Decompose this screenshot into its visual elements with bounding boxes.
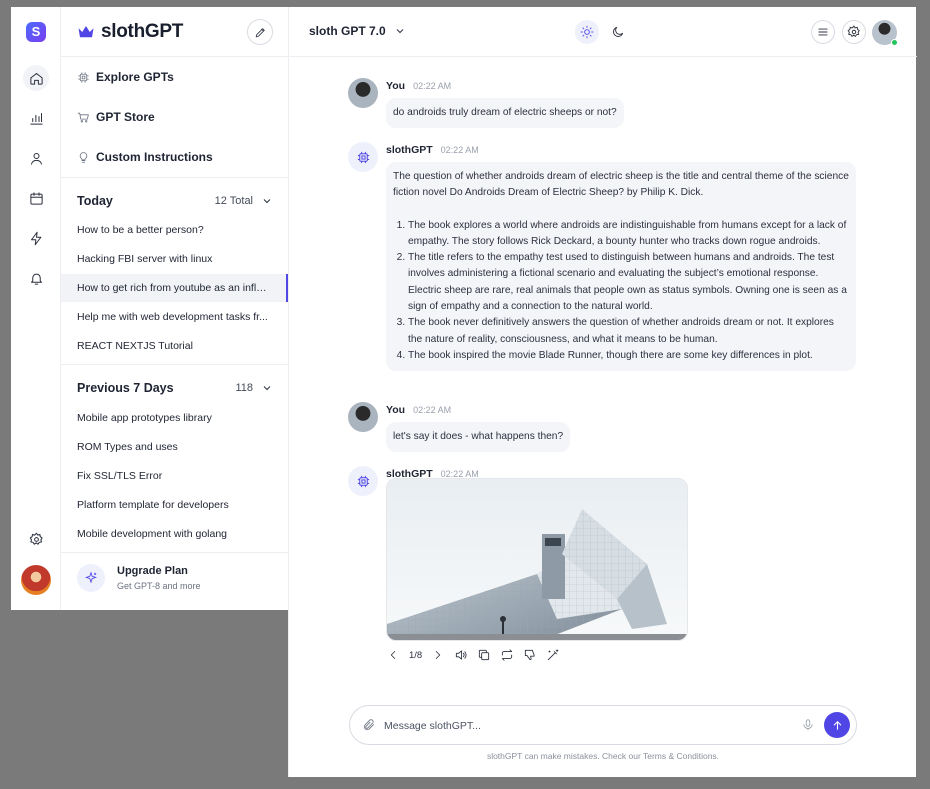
- brand[interactable]: slothGPT: [77, 21, 183, 43]
- sun-icon[interactable]: [575, 20, 599, 44]
- list-item: The title refers to the empathy test use…: [408, 250, 849, 315]
- group-previous-header[interactable]: Previous 7 Days 118: [77, 381, 273, 395]
- model-selector[interactable]: sloth GPT 7.0: [309, 24, 406, 38]
- user-icon[interactable]: [23, 145, 49, 171]
- message-time: 02:22 AM: [440, 145, 479, 155]
- bell-icon[interactable]: [23, 265, 49, 291]
- chevron-down-icon: [263, 386, 271, 391]
- generated-image[interactable]: [386, 478, 688, 641]
- chevron-right-icon[interactable]: [431, 648, 445, 662]
- send-button[interactable]: [824, 712, 850, 738]
- home-icon[interactable]: [23, 65, 49, 91]
- magic-wand-icon[interactable]: [546, 648, 560, 662]
- user-avatar: [348, 78, 378, 108]
- chip-icon: [348, 142, 378, 172]
- history-item[interactable]: Hacking FBI server with linux: [61, 245, 288, 273]
- sidebar: slothGPT Explore GPTs GPT Store Custom I…: [61, 7, 288, 610]
- history-item[interactable]: Platform template for developers: [61, 491, 288, 519]
- message-input[interactable]: [384, 717, 784, 735]
- gear-icon[interactable]: [23, 526, 49, 552]
- menu-icon[interactable]: [811, 20, 835, 44]
- thumbs-down-icon[interactable]: [523, 648, 537, 662]
- crown-icon: [78, 26, 94, 38]
- chart-icon[interactable]: [23, 105, 49, 131]
- message-intro: The question of whether androids dream o…: [393, 171, 849, 199]
- speaker-icon[interactable]: [454, 648, 468, 662]
- disclaimer: slothGPT can make mistakes. Check our Te…: [486, 751, 720, 761]
- new-chat-button[interactable]: [247, 19, 273, 45]
- history-item[interactable]: ROM Types and uses: [61, 433, 288, 461]
- message-bubble: The question of whether androids dream o…: [386, 162, 856, 372]
- chevron-down-icon: [396, 29, 404, 34]
- history-item-selected[interactable]: How to get rich from youtube as an influ…: [61, 274, 288, 302]
- regenerate-icon[interactable]: [500, 648, 514, 662]
- image-pager: 1/8: [409, 649, 423, 661]
- history-item[interactable]: REACT NEXTJS Tutorial: [61, 332, 288, 360]
- arrow-up-icon: [833, 720, 841, 730]
- upgrade-plan[interactable]: Upgrade Plan Get GPT-8 and more: [77, 564, 201, 592]
- nav-custom-instructions[interactable]: Custom Instructions: [77, 150, 213, 164]
- copy-icon[interactable]: [477, 648, 491, 662]
- sparkle-icon: [77, 564, 105, 592]
- upgrade-subtitle: Get GPT-8 and more: [117, 581, 201, 591]
- top-bar: sloth GPT 7.0: [289, 7, 917, 57]
- history-item[interactable]: Mobile development with golang: [61, 520, 288, 548]
- message-sender: slothGPT: [386, 144, 433, 156]
- moon-icon[interactable]: [606, 20, 630, 44]
- microphone-icon[interactable]: [801, 718, 815, 732]
- upgrade-title: Upgrade Plan: [117, 565, 188, 577]
- chip-icon: [348, 466, 378, 496]
- message-bubble: do androids truly dream of electric shee…: [386, 98, 624, 129]
- nav-gpt-store[interactable]: GPT Store: [77, 110, 155, 124]
- profile-avatar[interactable]: [21, 565, 51, 595]
- chip-icon: [78, 71, 89, 83]
- message-sender: You: [386, 404, 406, 416]
- history-item[interactable]: Fix SSL/TLS Error: [61, 462, 288, 490]
- group-today-header[interactable]: Today 12 Total: [77, 194, 273, 208]
- history-item[interactable]: Help me with web development tasks fr...: [61, 303, 288, 331]
- chevron-down-icon: [263, 199, 271, 204]
- list-item: The book never definitively answers the …: [408, 315, 849, 348]
- history-item[interactable]: Mobile app prototypes library: [61, 404, 288, 432]
- history-item[interactable]: How to be a better person?: [61, 216, 288, 244]
- paperclip-icon[interactable]: [362, 718, 376, 732]
- message-sender: You: [386, 80, 406, 92]
- chevron-left-icon[interactable]: [386, 648, 400, 662]
- message-time: 02:22 AM: [413, 81, 452, 91]
- icon-rail: S: [11, 7, 61, 610]
- message-actions: 1/8: [386, 648, 560, 662]
- list-item: The book explores a world where androids…: [408, 218, 849, 251]
- calendar-icon[interactable]: [23, 185, 49, 211]
- chat-main: sloth GPT 7.0 You 02:22 AM do androids tr…: [288, 7, 917, 777]
- pencil-icon: [255, 27, 265, 37]
- nav-explore-gpts[interactable]: Explore GPTs: [77, 70, 174, 84]
- app-logo[interactable]: S: [26, 22, 46, 42]
- message-list: The book explores a world where androids…: [393, 218, 849, 365]
- cart-icon: [77, 112, 89, 123]
- user-avatar: [348, 402, 378, 432]
- message-bubble: let's say it does - what happens then?: [386, 422, 571, 453]
- online-status-dot: [891, 39, 898, 46]
- message-composer: [349, 705, 857, 745]
- bulb-icon: [79, 151, 88, 163]
- gear-icon[interactable]: [842, 20, 866, 44]
- user-avatar[interactable]: [872, 20, 898, 46]
- bolt-icon[interactable]: [23, 225, 49, 251]
- brand-name: slothGPT: [101, 21, 184, 42]
- list-item: The book inspired the movie Blade Runner…: [408, 348, 849, 364]
- message-time: 02:22 AM: [413, 405, 452, 415]
